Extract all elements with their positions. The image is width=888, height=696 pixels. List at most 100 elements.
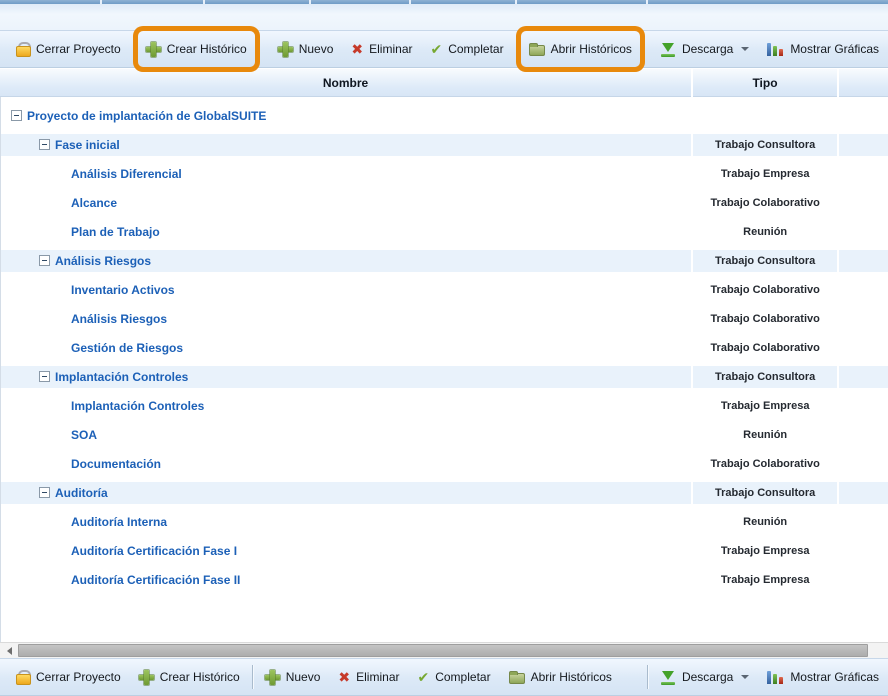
tree-item-link[interactable]: Análisis Diferencial	[71, 167, 182, 181]
abrir-historicos-button[interactable]: Abrir Históricos	[501, 662, 620, 692]
plus-icon	[146, 42, 161, 57]
column-header-nombre[interactable]: Nombre	[0, 69, 691, 97]
tipo-value: Trabajo Consultora	[715, 139, 815, 151]
extra-cell	[839, 540, 888, 562]
cerrar-proyecto-button[interactable]: Cerrar Proyecto	[7, 662, 129, 692]
tree-item-link[interactable]: Plan de Trabajo	[71, 225, 160, 239]
download-icon	[660, 42, 676, 57]
tree-item-link[interactable]: Auditoría Interna	[71, 515, 167, 529]
scroll-left-arrow-icon[interactable]	[2, 646, 16, 656]
extra-cell	[839, 221, 888, 243]
extra-cell	[839, 192, 888, 214]
name-cell: Auditoría Interna	[1, 511, 691, 533]
check-icon: ✔	[417, 670, 429, 684]
extra-cell	[839, 395, 888, 417]
column-header-tipo[interactable]: Tipo	[693, 69, 837, 97]
tree-item-link[interactable]: Análisis Riesgos	[71, 312, 167, 326]
tipo-value: Trabajo Consultora	[715, 371, 815, 383]
table-row: Implantación ControlesTrabajo Empresa	[1, 391, 888, 420]
name-cell: Auditoría Certificación Fase II	[1, 569, 691, 591]
name-cell: Implantación Controles	[1, 366, 691, 388]
table-row: SOA Reunión	[1, 420, 888, 449]
tipo-value: Trabajo Consultora	[715, 487, 815, 499]
tipo-cell: Trabajo Consultora	[693, 482, 837, 504]
mostrar-graficas-label: Mostrar Gráficas	[790, 42, 879, 56]
tree-item-link[interactable]: Alcance	[71, 196, 117, 210]
name-cell: Gestión de Riesgos	[1, 337, 691, 359]
extra-cell	[839, 511, 888, 533]
name-cell: Documentación	[1, 453, 691, 475]
tree-item-link[interactable]: SOA	[71, 428, 97, 442]
tree-item-link[interactable]: Inventario Activos	[71, 283, 175, 297]
table-row: Gestión de Riesgos Trabajo Colaborativo	[1, 333, 888, 362]
tree-item-link[interactable]: Documentación	[71, 457, 161, 471]
nuevo-button[interactable]: Nuevo	[270, 34, 342, 64]
tipo-cell: Trabajo Empresa	[693, 540, 837, 562]
table-row: Análisis Riesgos Trabajo Consultora	[1, 246, 888, 275]
tipo-cell: Trabajo Colaborativo	[693, 308, 837, 330]
tipo-cell: Reunión	[693, 424, 837, 446]
extra-cell	[839, 250, 888, 272]
lock-icon	[15, 42, 30, 57]
eliminar-label: Eliminar	[369, 42, 412, 56]
extra-cell	[839, 569, 888, 591]
tipo-value: Trabajo Consultora	[715, 255, 815, 267]
nuevo-button[interactable]: Nuevo	[257, 662, 329, 692]
tree-item-link[interactable]: Auditoría Certificación Fase I	[71, 544, 237, 558]
tree-item-link[interactable]: Proyecto de implantación de GlobalSUITE	[27, 109, 266, 123]
descarga-label: Descarga	[682, 42, 733, 56]
descarga-label: Descarga	[682, 670, 733, 684]
grid-body: Proyecto de implantación de GlobalSUITE F…	[0, 97, 888, 642]
delete-x-icon: ✖	[351, 42, 363, 56]
mostrar-graficas-button[interactable]: Mostrar Gráficas	[759, 34, 887, 64]
table-row: Análisis DiferencialTrabajo Empresa	[1, 159, 888, 188]
eliminar-button[interactable]: ✖ Eliminar	[330, 662, 407, 692]
tipo-cell: Trabajo Consultora	[693, 366, 837, 388]
collapse-minus-icon[interactable]	[39, 371, 50, 382]
collapse-minus-icon[interactable]	[39, 255, 50, 266]
table-row: Fase inicial Trabajo Consultora	[1, 130, 888, 159]
table-row: DocumentaciónTrabajo Colaborativo	[1, 449, 888, 478]
tree-item-link[interactable]: Implantación Controles	[71, 399, 204, 413]
eliminar-button[interactable]: ✖ Eliminar	[343, 34, 420, 64]
collapse-minus-icon[interactable]	[11, 110, 22, 121]
tipo-cell: Reunión	[693, 221, 837, 243]
check-icon: ✔	[430, 42, 442, 56]
horizontal-scrollbar[interactable]	[0, 642, 888, 658]
tree-item-link[interactable]: Análisis Riesgos	[55, 254, 151, 268]
tree-item-link[interactable]: Gestión de Riesgos	[71, 341, 183, 355]
mostrar-graficas-button[interactable]: Mostrar Gráficas	[759, 662, 887, 692]
abrir-historicos-button[interactable]: Abrir Históricos	[521, 31, 640, 67]
collapse-minus-icon[interactable]	[39, 487, 50, 498]
abrir-historicos-label: Abrir Históricos	[551, 42, 632, 56]
tree-item-link[interactable]: Auditoría	[55, 486, 108, 500]
delete-x-icon: ✖	[338, 670, 350, 684]
extra-cell	[839, 366, 888, 388]
toolbar-separator	[647, 665, 648, 689]
table-row: Alcance Trabajo Colaborativo	[1, 188, 888, 217]
bar-chart-icon	[767, 670, 784, 684]
cerrar-proyecto-button[interactable]: Cerrar Proyecto	[7, 34, 129, 64]
tipo-cell: Trabajo Colaborativo	[693, 337, 837, 359]
completar-button[interactable]: ✔ Completar	[422, 34, 511, 64]
tree-item-link[interactable]: Fase inicial	[55, 138, 120, 152]
collapse-minus-icon[interactable]	[39, 139, 50, 150]
crear-historico-button[interactable]: Crear Histórico	[138, 31, 255, 67]
descarga-button[interactable]: Descarga	[652, 662, 757, 692]
table-row: Análisis Riesgos Trabajo Colaborativo	[1, 304, 888, 333]
caret-down-icon	[741, 675, 749, 679]
folder-icon	[509, 673, 525, 684]
tree-item-link[interactable]: Auditoría Certificación Fase II	[71, 573, 240, 587]
tipo-value: Trabajo Colaborativo	[710, 197, 819, 209]
descarga-button[interactable]: Descarga	[652, 34, 757, 64]
crear-historico-button[interactable]: Crear Histórico	[131, 662, 248, 692]
tree-item-link[interactable]: Implantación Controles	[55, 370, 188, 384]
scrollbar-thumb[interactable]	[18, 644, 868, 657]
grid-header: Nombre Tipo	[0, 69, 888, 97]
name-cell: Auditoría	[1, 482, 691, 504]
completar-button[interactable]: ✔ Completar	[409, 662, 498, 692]
name-cell: Análisis Riesgos	[1, 250, 691, 272]
eliminar-label: Eliminar	[356, 670, 399, 684]
completar-label: Completar	[435, 670, 490, 684]
name-cell: SOA	[1, 424, 691, 446]
